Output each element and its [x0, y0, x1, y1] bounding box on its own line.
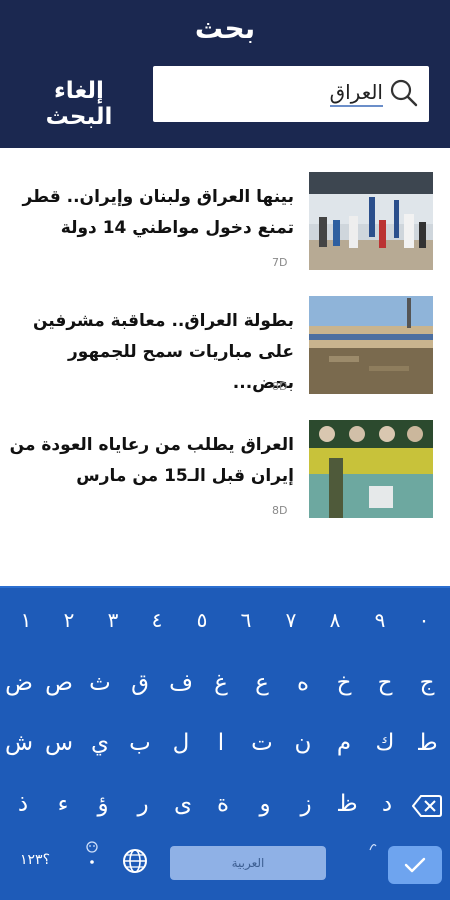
key[interactable]: ش — [4, 730, 34, 756]
key[interactable]: ق — [125, 670, 155, 696]
key[interactable]: ى — [168, 791, 198, 817]
key[interactable]: ح — [370, 670, 400, 696]
key[interactable]: ه — [288, 670, 318, 696]
keyboard-bottom-row: ؟١٢٣ العربية — [0, 840, 450, 896]
globe-icon[interactable] — [122, 848, 148, 874]
key[interactable]: ء — [48, 791, 78, 817]
key[interactable]: ع — [247, 670, 277, 696]
key[interactable]: ٣ — [101, 608, 125, 632]
key[interactable]: ف — [166, 670, 196, 696]
key[interactable]: ٠ — [412, 608, 436, 632]
key[interactable]: غ — [206, 670, 236, 696]
backspace-icon[interactable] — [412, 794, 442, 818]
list-item[interactable]: بينها العراق ولبنان وإيران.. قطر تمنع دخ… — [0, 172, 450, 282]
key[interactable]: ط — [412, 730, 442, 756]
headline[interactable]: بطولة العراق.. معاقبة مشرفين على مباريات… — [9, 306, 294, 399]
key[interactable]: ٤ — [145, 608, 169, 632]
key[interactable]: ٧ — [279, 608, 303, 632]
symbols-key[interactable]: ؟١٢٣ — [14, 852, 56, 868]
space-key[interactable]: العربية — [170, 846, 326, 880]
headline[interactable]: بينها العراق ولبنان وإيران.. قطر تمنع دخ… — [9, 182, 294, 244]
news-thumbnail-airport — [309, 172, 433, 270]
keyboard: ١ ٢ ٣ ٤ ٥ ٦ ٧ ٨ ٩ ٠ ض ص ث ق ف غ ع ه خ ح … — [0, 586, 450, 900]
key[interactable]: ا — [206, 730, 236, 756]
diacritic-icon[interactable] — [368, 840, 378, 852]
key[interactable]: ر — [128, 791, 158, 817]
headline[interactable]: العراق يطلب من رعاياه العودة من إيران قب… — [9, 430, 294, 492]
list-item[interactable]: العراق يطلب من رعاياه العودة من إيران قب… — [0, 420, 450, 530]
key[interactable]: ؤ — [88, 791, 118, 817]
key[interactable]: ١ — [14, 608, 38, 632]
search-query-text[interactable]: العراق — [329, 80, 383, 107]
key[interactable]: ت — [247, 730, 277, 756]
key[interactable]: ذ — [8, 791, 38, 817]
key[interactable]: ٨ — [323, 608, 347, 632]
key[interactable]: ٦ — [234, 608, 258, 632]
key[interactable]: ٢ — [57, 608, 81, 632]
cancel-search-button[interactable]: إلغاء البحث — [20, 78, 138, 130]
key[interactable]: ة — [208, 791, 238, 817]
key[interactable]: ٥ — [190, 608, 214, 632]
news-thumbnail-stadium — [309, 296, 433, 394]
search-icon — [390, 79, 418, 107]
key[interactable]: و — [250, 791, 280, 817]
age-label: 7D — [272, 256, 288, 269]
key[interactable]: ل — [166, 730, 196, 756]
enter-button[interactable] — [388, 846, 442, 884]
check-icon — [404, 857, 426, 873]
emoji-icon[interactable] — [84, 840, 100, 870]
age-label: 8D — [272, 504, 288, 517]
page-title: بحث — [194, 12, 256, 45]
key[interactable]: ن — [288, 730, 318, 756]
key[interactable]: ز — [291, 791, 321, 817]
key[interactable]: ظ — [332, 791, 362, 817]
key[interactable]: ٩ — [368, 608, 392, 632]
key[interactable]: ج — [412, 670, 442, 696]
search-input[interactable]: العراق — [153, 66, 429, 122]
key[interactable]: خ — [329, 670, 359, 696]
key[interactable]: ب — [125, 730, 155, 756]
key[interactable]: ك — [370, 730, 400, 756]
list-item[interactable]: بطولة العراق.. معاقبة مشرفين على مباريات… — [0, 296, 450, 406]
key[interactable]: س — [44, 730, 74, 756]
key[interactable]: د — [372, 791, 402, 817]
key[interactable]: ي — [85, 730, 115, 756]
key[interactable]: ص — [44, 670, 74, 696]
age-label: 8D — [272, 380, 288, 393]
news-thumbnail-posters — [309, 420, 433, 518]
key[interactable]: ث — [85, 670, 115, 696]
key[interactable]: م — [329, 730, 359, 756]
header-bar: بحث العراق إلغاء البحث — [0, 0, 450, 148]
key[interactable]: ض — [4, 670, 34, 696]
